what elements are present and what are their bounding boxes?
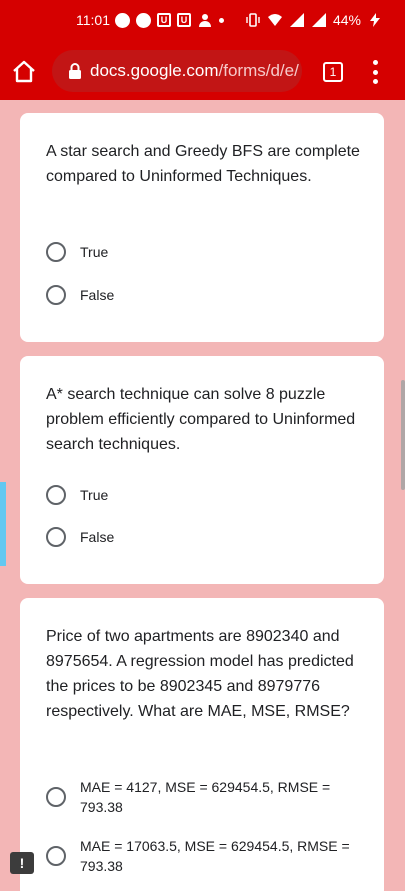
system-icons: 44% [245,12,383,28]
notification-icons: U U [115,12,224,28]
option-label: MAE = 4127, MSE = 629454.5, RMSE = 793.3… [80,779,331,815]
home-icon[interactable] [10,58,38,86]
radio-button[interactable] [46,485,66,505]
lock-icon [69,63,81,79]
question-text: A* search technique can solve 8 puzzle p… [46,386,356,453]
url-host: docs.google.com [90,61,219,80]
option-label: True [80,487,109,503]
status-time: 11:01 [76,12,110,28]
question-card: Price of two apartments are 8902340 and … [20,598,384,891]
scrollbar[interactable] [401,380,405,490]
vibrate-icon [246,13,260,27]
tab-switcher-button[interactable]: 1 [323,62,343,82]
app-u-icon: U [177,13,191,27]
radio-button[interactable] [46,285,66,305]
browser-toolbar: docs.google.com/forms/d/e/ 1 [0,44,405,100]
radio-button[interactable] [46,242,66,262]
option-label: False [80,529,115,545]
message-icon [115,12,130,28]
question-card: A* search technique can solve 8 puzzle p… [20,356,384,584]
option-true[interactable]: True [46,485,108,505]
side-panel-handle[interactable] [0,482,6,566]
signal-icon [289,13,304,27]
feedback-button[interactable]: ! [10,852,34,874]
address-bar[interactable]: docs.google.com/forms/d/e/ [52,50,302,92]
radio-button[interactable] [46,787,66,807]
option-true[interactable]: True [46,242,108,262]
option-a[interactable]: MAE = 4127, MSE = 629454.5, RMSE = 793.3… [46,777,350,817]
url-text: docs.google.com/forms/d/e/ [90,61,299,81]
person-icon [199,14,211,27]
url-path: /forms/d/e/ [218,61,299,80]
radio-button[interactable] [46,846,66,866]
option-label: False [80,287,115,303]
option-b[interactable]: MAE = 17063.5, MSE = 629454.5, RMSE = 79… [46,836,350,876]
charging-icon [370,13,380,27]
signal-icon [311,13,326,27]
option-false[interactable]: False [46,285,114,305]
dot-icon [219,17,224,23]
radio-button[interactable] [46,527,66,547]
overflow-menu-icon[interactable] [370,60,380,84]
messenger-icon [136,12,151,28]
question-card: A star search and Greedy BFS are complet… [20,113,384,342]
option-label: True [80,244,109,260]
option-false[interactable]: False [46,527,114,547]
status-bar: 11:01 U U 44% [0,0,405,44]
app-u-icon: U [157,13,171,27]
question-text: A star search and Greedy BFS are complet… [46,143,360,185]
question-text: Price of two apartments are 8902340 and … [46,628,354,720]
wifi-icon [267,14,282,26]
battery-level: 44% [332,12,361,28]
option-label: MAE = 17063.5, MSE = 629454.5, RMSE = 79… [80,838,350,874]
